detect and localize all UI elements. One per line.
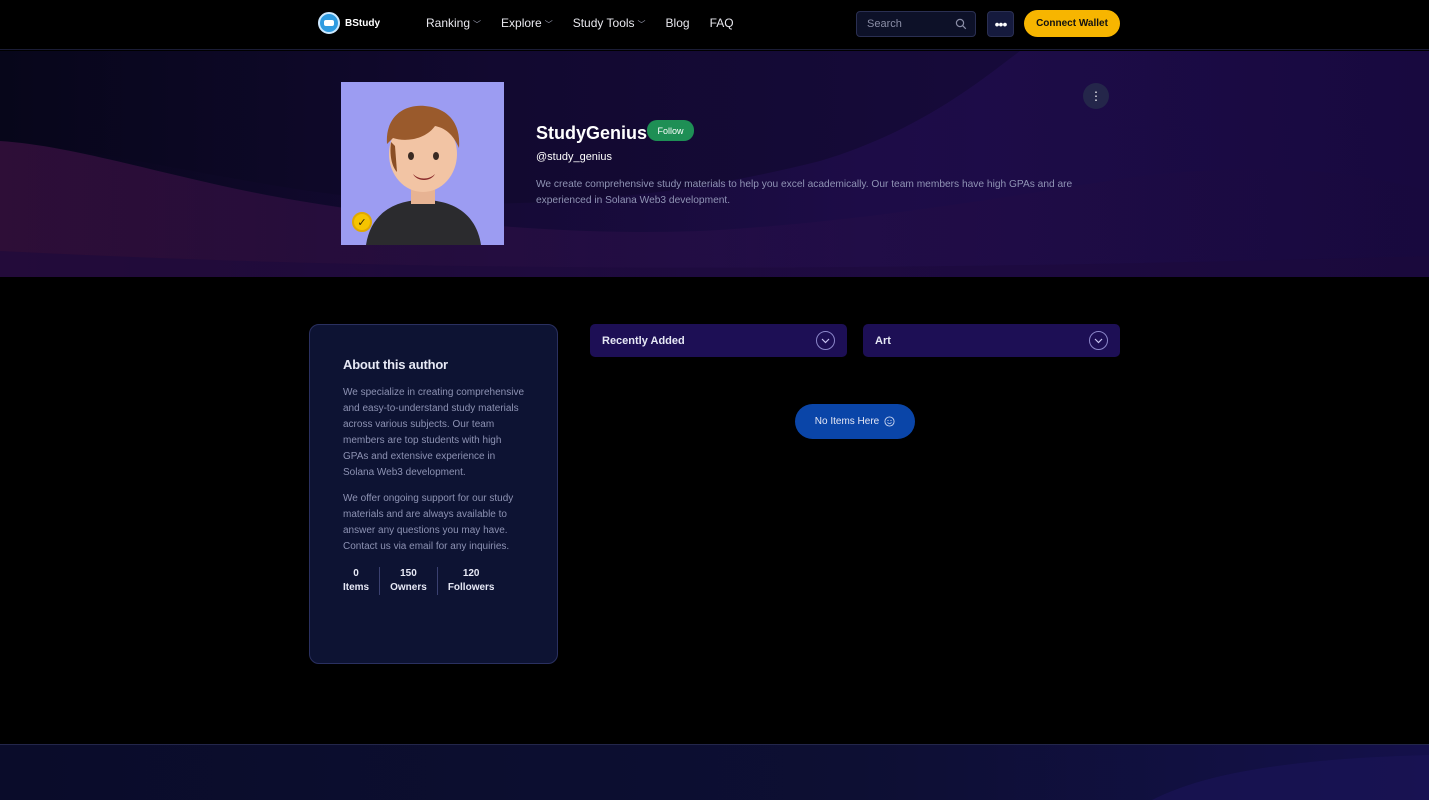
chevron-down-icon: ﹀ bbox=[637, 19, 646, 29]
sort-dropdown-label: Recently Added bbox=[602, 334, 685, 347]
category-dropdown-label: Art bbox=[875, 334, 891, 347]
top-navbar: BStudy Ranking ﹀ Explore ﹀ Study Tools ﹀ Bl… bbox=[0, 0, 1429, 50]
logo-icon bbox=[318, 12, 340, 34]
no-items-button[interactable]: No Items Here bbox=[795, 404, 915, 439]
about-title: About this author bbox=[343, 357, 448, 372]
nav-ranking[interactable]: Ranking ﹀ bbox=[426, 16, 481, 30]
nav-explore[interactable]: Explore ﹀ bbox=[501, 16, 553, 30]
follow-button[interactable]: Follow bbox=[647, 120, 694, 141]
brand-logo[interactable]: BStudy bbox=[318, 12, 380, 34]
nav-blog[interactable]: Blog bbox=[666, 16, 690, 30]
no-items-label: No Items Here bbox=[814, 416, 880, 427]
more-menu-button[interactable]: ••• bbox=[987, 11, 1014, 37]
chevron-down-icon bbox=[1089, 331, 1108, 350]
profile-options-button[interactable]: ⋮ bbox=[1083, 83, 1109, 109]
profile-name: StudyGenius bbox=[536, 123, 648, 143]
about-paragraph: We specialize in creating comprehensive … bbox=[343, 387, 525, 478]
sort-dropdown[interactable]: Recently Added bbox=[590, 324, 847, 357]
category-dropdown[interactable]: Art bbox=[863, 324, 1120, 357]
nav-links: Ranking ﹀ Explore ﹀ Study Tools ﹀ Blog FAQ bbox=[426, 16, 734, 30]
verified-badge-icon: ✓ bbox=[352, 212, 372, 232]
about-author-card: About this author We specialize in creat… bbox=[309, 324, 558, 664]
profile-bio: We create comprehensive study materials … bbox=[536, 179, 1073, 206]
connect-wallet-button[interactable]: Connect Wallet bbox=[1024, 10, 1120, 37]
chevron-down-icon: ﹀ bbox=[473, 19, 482, 29]
profile-handle: @study_genius bbox=[536, 151, 612, 163]
stat-followers: 120 Followers bbox=[447, 568, 495, 593]
search-icon[interactable] bbox=[955, 18, 967, 30]
search-input[interactable] bbox=[867, 18, 952, 30]
page-footer bbox=[0, 744, 1429, 800]
banner-wave-decoration bbox=[0, 51, 1429, 277]
footer-wave-decoration bbox=[1152, 755, 1429, 800]
profile-banner: ✓ ⋮ bbox=[0, 51, 1429, 277]
stat-owners: 150 Owners bbox=[380, 567, 438, 595]
search-box bbox=[856, 11, 976, 37]
smiley-icon bbox=[884, 416, 895, 427]
nav-faq[interactable]: FAQ bbox=[710, 16, 734, 30]
nav-study-tools[interactable]: Study Tools ﹀ bbox=[573, 16, 646, 30]
author-stats: 0 Items 150 Owners 120 Followers bbox=[343, 567, 525, 595]
chevron-down-icon: ﹀ bbox=[544, 19, 553, 29]
stat-items: 0 Items bbox=[343, 567, 381, 595]
about-paragraph: We offer ongoing support for our study m… bbox=[343, 493, 514, 552]
brand-name: BStudy bbox=[345, 17, 380, 29]
chevron-down-icon bbox=[816, 331, 835, 350]
